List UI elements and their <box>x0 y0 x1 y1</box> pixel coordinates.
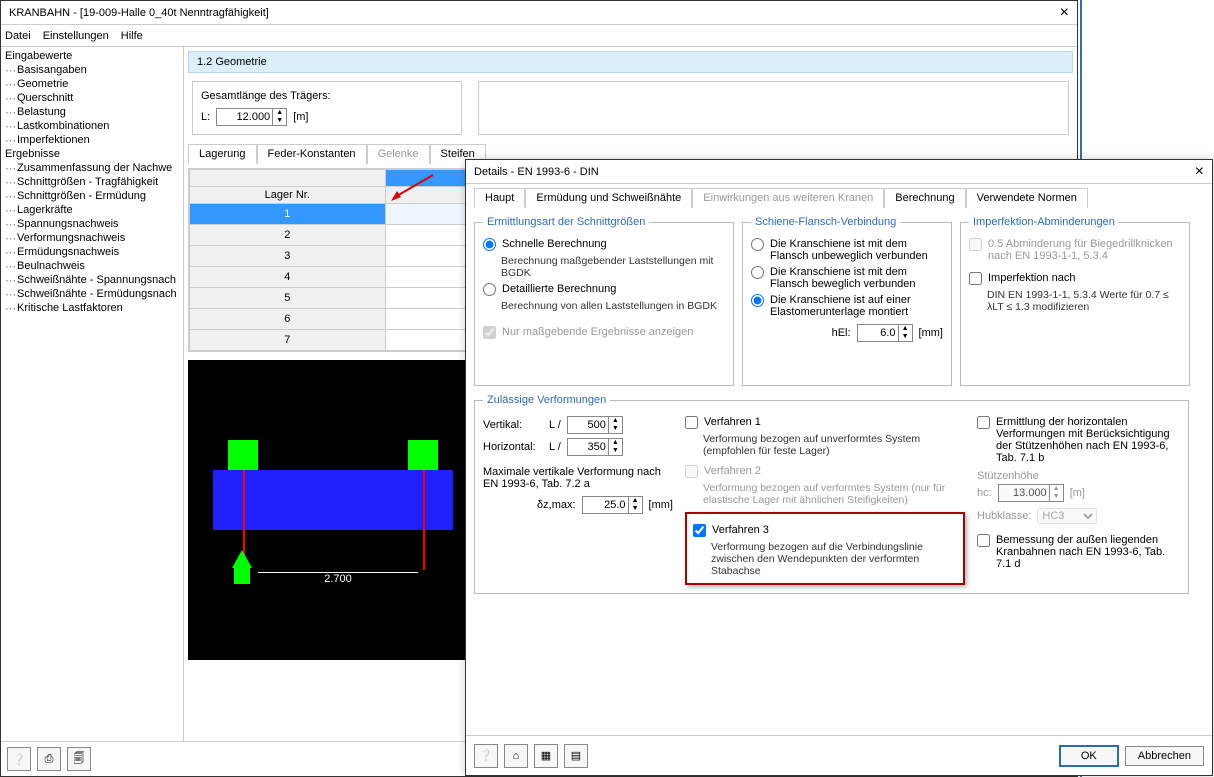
L-label: L: <box>201 111 210 123</box>
vert-input[interactable]: ▲▼ <box>567 416 623 434</box>
hc-input: ▲▼ <box>998 484 1064 502</box>
check-aussen[interactable] <box>977 534 990 547</box>
radio-unbeweglich[interactable] <box>751 238 764 251</box>
check-massg <box>483 326 496 339</box>
check-v3[interactable] <box>693 524 706 537</box>
tab-ermuedung[interactable]: Ermüdung und Schweißnähte <box>525 188 692 208</box>
tree-item[interactable]: Lastkombinationen <box>5 119 183 133</box>
radio-schnell[interactable] <box>483 238 496 251</box>
tree-item[interactable]: Schweißnähte - Ermüdungsnach <box>5 287 183 301</box>
fieldset-imperfektion: Imperfektion-Abminderungen 0.5 Abminderu… <box>960 216 1190 386</box>
hel-input[interactable]: ▲▼ <box>857 324 913 342</box>
viewport-dim-label: 2.700 <box>324 573 352 585</box>
tree-item[interactable]: Ermüdungsnachweis <box>5 245 183 259</box>
details-dialog: Details - EN 1993-6 - DIN × Haupt Ermüdu… <box>465 159 1213 776</box>
hub-select: HC3 <box>1037 508 1097 524</box>
tab-haupt[interactable]: Haupt <box>474 188 525 208</box>
L-input[interactable]: ▲▼ <box>216 108 287 126</box>
L-unit: [m] <box>293 111 308 123</box>
tree-item[interactable]: Querschnitt <box>5 91 183 105</box>
tab-normen[interactable]: Verwendete Normen <box>966 188 1088 208</box>
check-v2 <box>685 465 698 478</box>
tree-item[interactable]: Belastung <box>5 105 183 119</box>
radio-beweglich[interactable] <box>751 266 764 279</box>
tree-item[interactable]: Lagerkräfte <box>5 203 183 217</box>
tree-item[interactable]: Imperfektionen <box>5 133 183 147</box>
help-icon[interactable]: ❔ <box>7 747 31 771</box>
ok-button[interactable]: OK <box>1059 745 1119 767</box>
close-icon[interactable]: × <box>1060 4 1069 22</box>
tree-item[interactable]: Schnittgrößen - Ermüdung <box>5 189 183 203</box>
check-horizont[interactable] <box>977 416 990 429</box>
tree-item[interactable]: Basisangaben <box>5 63 183 77</box>
dialog-titlebar: Details - EN 1993-6 - DIN × <box>466 160 1212 184</box>
radio-detail[interactable] <box>483 283 496 296</box>
tree-item[interactable]: Kritische Lastfaktoren <box>5 301 183 315</box>
tab-federkonstanten[interactable]: Feder-Konstanten <box>257 144 367 164</box>
tab-gelenke: Gelenke <box>367 144 430 164</box>
window-title: KRANBAHN - [19-009-Halle 0_40t Nenntragf… <box>9 7 1060 19</box>
tree-results-header[interactable]: Ergebnisse <box>5 147 183 161</box>
tool-icon-3[interactable]: ▤ <box>564 744 588 768</box>
cancel-button[interactable]: Abbrechen <box>1125 746 1204 766</box>
check-05abm <box>969 238 982 251</box>
tab-einwirkungen: Einwirkungen aus weiteren Kranen <box>692 188 884 208</box>
titlebar: KRANBAHN - [19-009-Halle 0_40t Nenntragf… <box>1 1 1077 25</box>
dialog-title: Details - EN 1993-6 - DIN <box>474 166 1195 178</box>
tree-item[interactable]: Verformungsnachweis <box>5 231 183 245</box>
tree-inputs-header[interactable]: Eingabewerte <box>5 49 183 63</box>
check-v1[interactable] <box>685 416 698 429</box>
tool-icon-2[interactable]: ▦ <box>534 744 558 768</box>
nav-tree[interactable]: Eingabewerte BasisangabenGeometrieQuersc… <box>1 47 184 741</box>
menu-file[interactable]: Datei <box>5 30 31 42</box>
menu-help[interactable]: Hilfe <box>121 30 143 42</box>
tree-item[interactable]: Beulnachweis <box>5 259 183 273</box>
tree-item[interactable]: Schweißnähte - Spannungsnach <box>5 273 183 287</box>
tree-item[interactable]: Zusammenfassung der Nachwe <box>5 161 183 175</box>
verfahren3-highlight: Verfahren 3 Verformung bezogen auf die V… <box>685 512 965 585</box>
help-icon[interactable]: ❔ <box>474 744 498 768</box>
export-icon[interactable]: ⎙ <box>37 747 61 771</box>
dialog-close-icon[interactable]: × <box>1195 163 1204 181</box>
tab-berechnung[interactable]: Berechnung <box>884 188 965 208</box>
dialog-tabs: Haupt Ermüdung und Schweißnähte Einwirku… <box>466 184 1212 208</box>
menubar: Datei Einstellungen Hilfe <box>1 25 1077 47</box>
tree-item[interactable]: Geometrie <box>5 77 183 91</box>
tool-icon-1[interactable]: ⌂ <box>504 744 528 768</box>
radio-elastomer[interactable] <box>751 294 764 307</box>
menu-settings[interactable]: Einstellungen <box>43 30 109 42</box>
dz-input[interactable]: ▲▼ <box>582 496 643 514</box>
tree-item[interactable]: Spannungsnachweis <box>5 217 183 231</box>
dialog-footer: ❔ ⌂ ▦ ▤ OK Abbrechen <box>466 735 1212 775</box>
section-title: 1.2 Geometrie <box>188 51 1073 73</box>
fieldset-schiene: Schiene-Flansch-Verbindung Die Kranschie… <box>742 216 952 386</box>
tab-lagerung[interactable]: Lagerung <box>188 144 257 164</box>
total-length-label: Gesamtlänge des Trägers: <box>201 90 453 102</box>
tree-item[interactable]: Schnittgrößen - Tragfähigkeit <box>5 175 183 189</box>
print-icon[interactable]: 🗐 <box>67 747 91 771</box>
check-imperf[interactable] <box>969 272 982 285</box>
fieldset-verformungen: Zulässige Verformungen Vertikal: L / ▲▼ … <box>474 394 1189 594</box>
horiz-input[interactable]: ▲▼ <box>567 438 623 456</box>
fieldset-ermittlungsart: Ermittlungsart der Schnittgrößen Schnell… <box>474 216 734 386</box>
